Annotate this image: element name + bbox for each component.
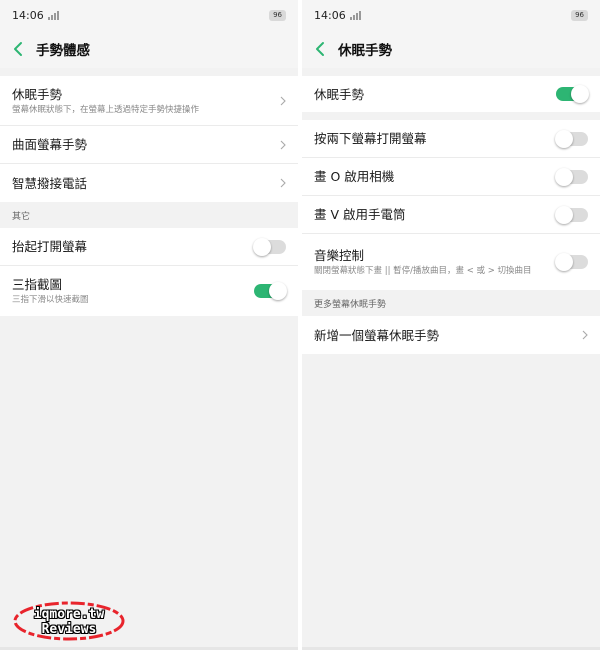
row-label: 抬起打開螢幕 (12, 239, 88, 254)
watermark-line-1: iqmore.tw (33, 607, 105, 622)
draw-v-flashlight-toggle[interactable] (555, 205, 588, 224)
chevron-right-icon (280, 96, 286, 105)
row-subtitle: 螢幕休眠狀態下，在螢幕上透過特定手勢快捷操作 (12, 104, 200, 115)
double-tap-wake-toggle[interactable] (555, 129, 588, 148)
row-text: 抬起打開螢幕 (12, 238, 87, 255)
chevron-right-icon (280, 140, 286, 149)
list-item-three-finger-screenshot: 三指截圖 三指下滑以快速截圖 (0, 266, 298, 316)
master-switch-group: 休眠手勢 (302, 76, 600, 112)
list-item-draw-v-flashlight: 畫 V 啟用手電筒 (302, 196, 600, 234)
status-bar: 14:06 96 (302, 0, 600, 30)
list-item-sleep-gestures-master: 休眠手勢 (302, 76, 600, 112)
list-item-draw-o-camera: 畫 O 啟用相機 (302, 158, 600, 196)
watermark-logo: iqmore.tw Reviews (12, 600, 126, 642)
signal-icon (47, 10, 59, 20)
more-gestures-list: 新增一個螢幕休眠手勢 (302, 316, 600, 354)
row-label: 智慧撥接電話 (12, 175, 88, 191)
battery-indicator: 96 (571, 9, 588, 21)
row-text: 按兩下螢幕打開螢幕 (314, 130, 427, 147)
row-label: 音樂控制 (314, 248, 365, 263)
row-text: 畫 V 啟用手電筒 (314, 206, 406, 223)
list-item-curved-screen-gestures[interactable]: 曲面螢幕手勢 (0, 126, 298, 164)
status-bar: 14:06 96 (0, 0, 298, 30)
status-left: 14:06 (12, 9, 62, 22)
title-bar: 手勢體感 (0, 30, 298, 68)
screenshot-pair: 14:06 96 手勢體感 休眠手勢 螢幕休眠狀態下，在螢幕上透過特定手勢快捷操… (0, 0, 600, 650)
chevron-left-icon[interactable] (314, 41, 326, 57)
row-label: 按兩下螢幕打開螢幕 (314, 131, 427, 146)
row-text: 三指截圖 三指下滑以快速截圖 (12, 276, 89, 306)
row-text: 智慧撥接電話 (12, 175, 87, 192)
row-text: 休眠手勢 螢幕休眠狀態下，在螢幕上透過特定手勢快捷操作 (12, 86, 199, 116)
left-screen: 14:06 96 手勢體感 休眠手勢 螢幕休眠狀態下，在螢幕上透過特定手勢快捷操… (0, 0, 298, 650)
row-label: 新增一個螢幕休眠手勢 (314, 327, 440, 343)
section-header-other: 其它 (12, 211, 31, 222)
toggle-knob (555, 167, 573, 186)
row-label: 曲面螢幕手勢 (12, 137, 88, 152)
title-bar: 休眠手勢 (302, 30, 600, 68)
row-label: 休眠手勢 (12, 86, 63, 102)
chevron-right-icon (582, 330, 588, 340)
three-finger-screenshot-toggle[interactable] (254, 282, 287, 300)
toggle-knob (269, 282, 287, 300)
page-title: 手勢體感 (36, 43, 90, 59)
right-screen: 14:06 96 休眠手勢 休眠手勢 按兩下螢幕打開螢幕 畫 O 啟用相機 畫 … (302, 0, 600, 650)
toggle-knob (555, 129, 573, 148)
toggle-knob (571, 85, 589, 103)
row-subtitle: 三指下滑以快速截圖 (12, 295, 89, 305)
row-label: 畫 V 啟用手電筒 (314, 207, 406, 222)
chevron-left-icon[interactable] (12, 41, 24, 57)
row-label: 休眠手勢 (314, 86, 365, 102)
list-item-smart-call[interactable]: 智慧撥接電話 (0, 164, 298, 202)
battery-indicator: 96 (269, 9, 286, 21)
row-label: 畫 O 啟用相機 (314, 169, 395, 184)
list-item-sleep-gestures[interactable]: 休眠手勢 螢幕休眠狀態下，在螢幕上透過特定手勢快捷操作 (0, 76, 298, 126)
row-text: 新增一個螢幕休眠手勢 (314, 327, 439, 344)
raise-to-wake-toggle[interactable] (253, 237, 286, 256)
gesture-list: 休眠手勢 螢幕休眠狀態下，在螢幕上透過特定手勢快捷操作 曲面螢幕手勢 智慧撥接電… (0, 76, 298, 202)
list-item-double-tap-wake: 按兩下螢幕打開螢幕 (302, 120, 600, 158)
draw-o-camera-toggle[interactable] (555, 167, 588, 186)
status-time: 14:06 (12, 8, 44, 22)
row-text: 音樂控制 關閉螢幕狀態下畫 || 暫停/播放曲目，畫 < 或 > 切換曲目 (314, 247, 532, 277)
section-header-more: 更多螢幕休眠手勢 (314, 299, 387, 310)
list-item-add-sleep-gesture[interactable]: 新增一個螢幕休眠手勢 (302, 316, 600, 354)
chevron-right-icon (280, 178, 286, 188)
row-subtitle: 關閉螢幕狀態下畫 || 暫停/播放曲目，畫 < 或 > 切換曲目 (314, 266, 532, 276)
watermark-line-2: Reviews (41, 622, 97, 637)
row-text: 畫 O 啟用相機 (314, 168, 394, 185)
row-label: 三指截圖 (12, 277, 63, 292)
music-control-toggle[interactable] (555, 253, 588, 271)
list-item-raise-to-wake: 抬起打開螢幕 (0, 228, 298, 266)
toggle-knob (253, 237, 271, 256)
status-left: 14:06 (314, 9, 364, 22)
toggle-knob (555, 205, 573, 224)
row-text: 休眠手勢 (314, 86, 364, 103)
gesture-toggle-list: 按兩下螢幕打開螢幕 畫 O 啟用相機 畫 V 啟用手電筒 音樂控制 關閉螢幕狀態… (302, 120, 600, 290)
row-text: 曲面螢幕手勢 (12, 136, 87, 153)
toggle-knob (555, 253, 573, 271)
page-title: 休眠手勢 (338, 43, 392, 59)
list-item-music-control: 音樂控制 關閉螢幕狀態下畫 || 暫停/播放曲目，畫 < 或 > 切換曲目 (302, 234, 600, 290)
signal-icon (349, 10, 361, 20)
status-time: 14:06 (314, 8, 346, 22)
sleep-gestures-master-toggle[interactable] (556, 85, 589, 103)
other-list: 抬起打開螢幕 三指截圖 三指下滑以快速截圖 (0, 228, 298, 316)
